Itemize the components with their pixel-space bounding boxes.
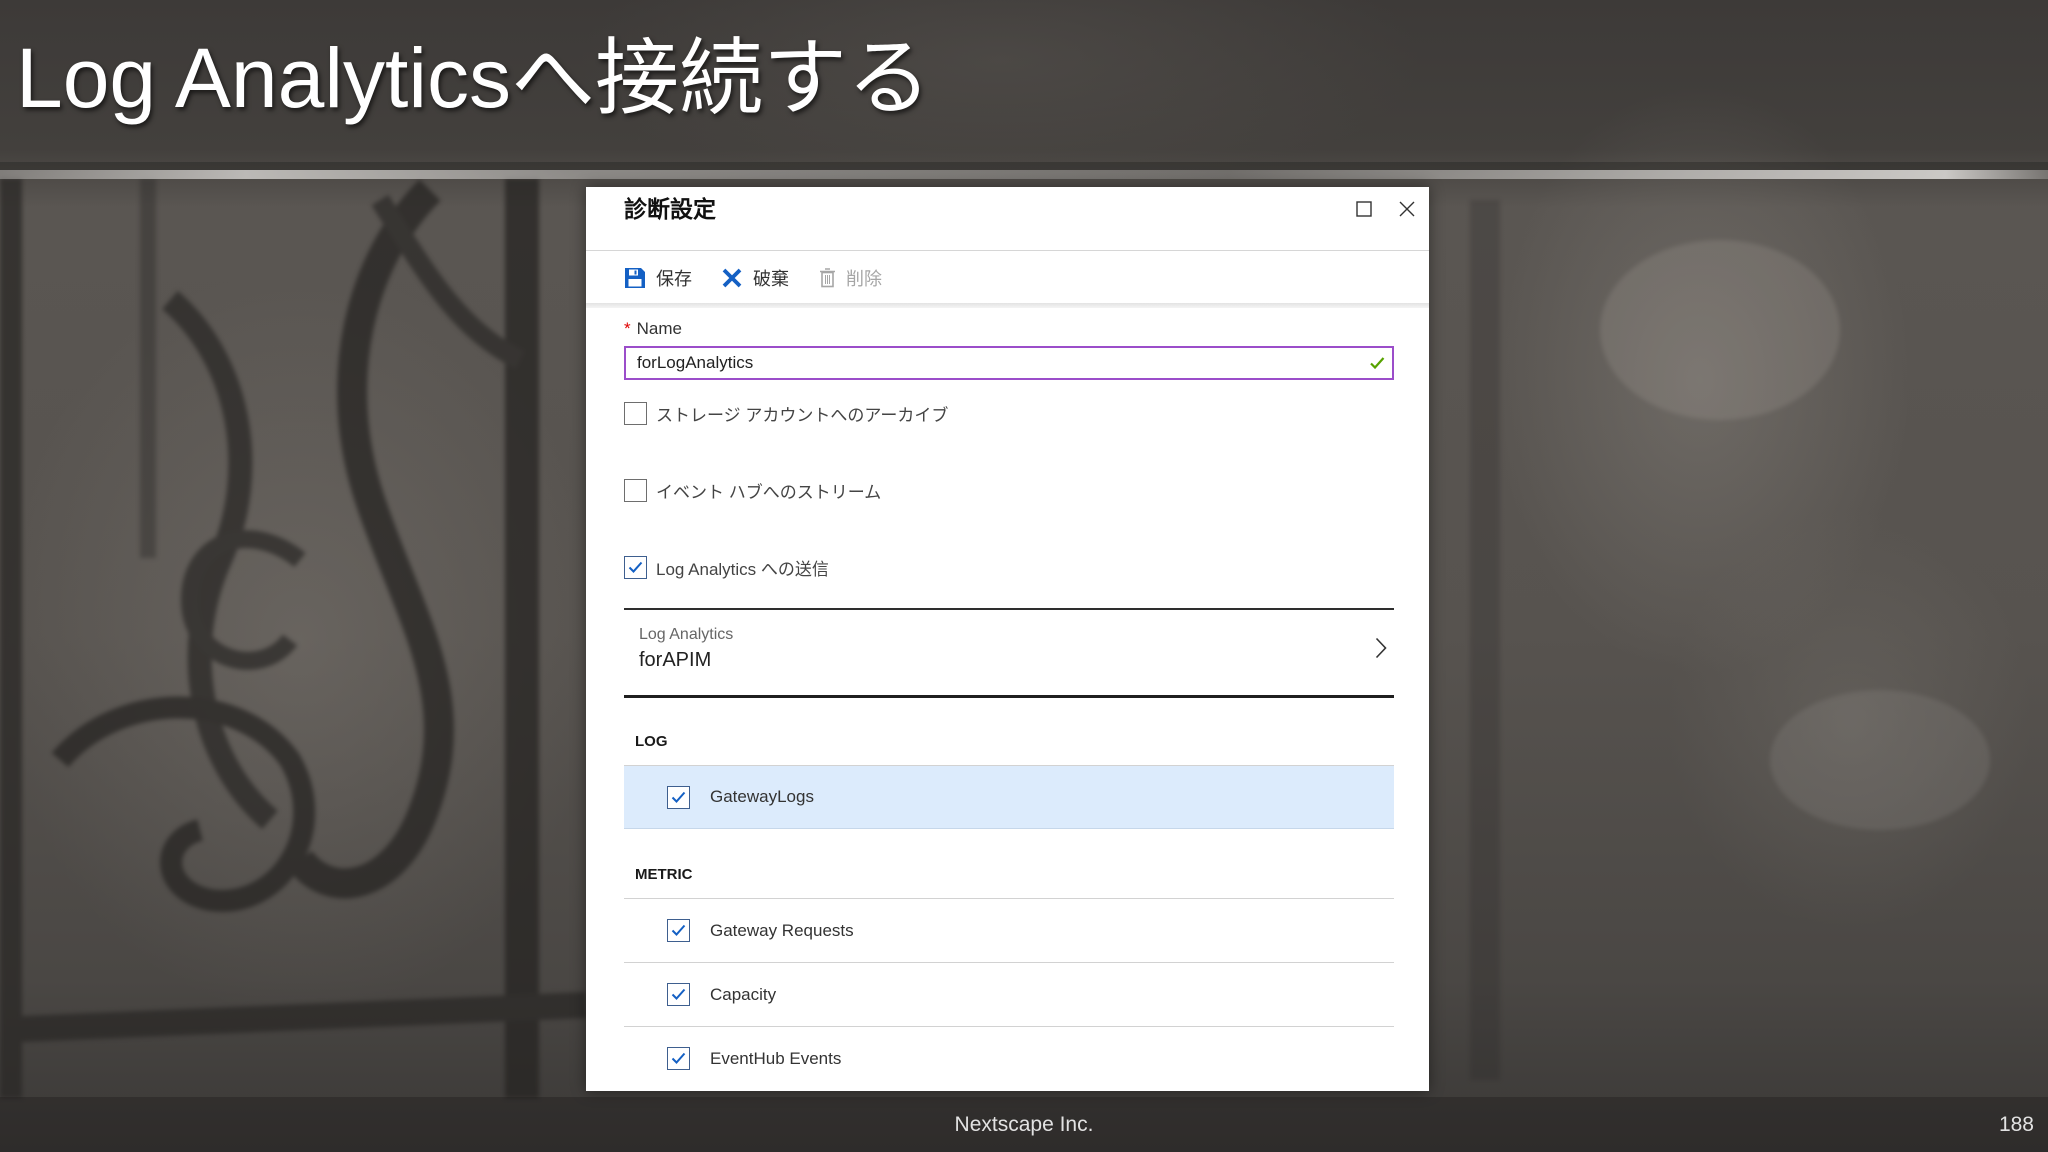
slide-title: Log Analyticsへ接続する	[16, 31, 931, 125]
log-section-header: LOG	[635, 733, 668, 750]
background-shadow	[1470, 200, 1500, 1080]
background-highlight	[1770, 690, 1990, 830]
rail-shadow	[0, 162, 2048, 170]
dialog-title: 診断設定	[624, 196, 716, 222]
delete-label: 削除	[846, 268, 882, 289]
background-highlight	[1600, 240, 1840, 420]
workspace-bottom-divider	[624, 695, 1394, 698]
maximize-icon[interactable]	[1356, 201, 1372, 217]
gateway-requests-checkbox[interactable]	[667, 919, 690, 942]
stream-to-event-hub-option[interactable]: イベント ハブへのストリーム	[624, 478, 881, 502]
save-label: 保存	[656, 268, 692, 289]
fence-rail	[0, 992, 587, 1043]
discard-button[interactable]: 破棄	[721, 252, 789, 303]
page-number: 188	[1998, 1113, 2034, 1136]
send-to-log-analytics-label: Log Analytics への送信	[656, 559, 829, 579]
command-bar-divider	[586, 303, 1429, 308]
archive-to-storage-label: ストレージ アカウントへのアーカイブ	[656, 405, 949, 425]
slide-footer: Nextscape Inc. 188	[0, 1097, 2048, 1152]
fence-bar	[505, 178, 539, 1098]
chevron-right-icon	[1375, 637, 1387, 659]
eventhub-events-checkbox[interactable]	[667, 1047, 690, 1070]
table-row[interactable]: Capacity	[624, 962, 1394, 1026]
required-mark: *	[624, 319, 631, 338]
name-label: Name	[636, 319, 682, 338]
eventhub-events-label: EventHub Events	[710, 1048, 842, 1068]
capacity-label: Capacity	[710, 984, 777, 1004]
send-to-log-analytics-option[interactable]: Log Analytics への送信	[624, 555, 829, 579]
save-icon	[624, 267, 646, 289]
stream-to-event-hub-label: イベント ハブへのストリーム	[656, 482, 882, 502]
fence-bar	[0, 178, 22, 1098]
workspace-value: forAPIM	[639, 649, 712, 671]
stream-to-event-hub-checkbox[interactable]	[624, 478, 647, 502]
command-bar: 保存 破棄 削除	[586, 252, 1429, 303]
horizontal-rail	[0, 170, 2048, 179]
name-input[interactable]	[626, 348, 1356, 378]
table-row[interactable]: Gateway Requests	[624, 898, 1394, 962]
save-button[interactable]: 保存	[624, 252, 692, 303]
discard-icon	[721, 267, 743, 289]
gateway-logs-label: GatewayLogs	[710, 787, 814, 806]
metric-section-header: METRIC	[635, 866, 693, 883]
table-row[interactable]: GatewayLogs	[624, 765, 1394, 829]
discard-label: 破棄	[753, 268, 789, 289]
fence-scroll	[371, 194, 525, 369]
name-field	[624, 346, 1394, 380]
workspace-label: Log Analytics	[639, 626, 734, 643]
trash-icon	[819, 267, 836, 289]
fence-scroll	[288, 179, 454, 899]
fence-scroll	[162, 290, 278, 830]
dialog-header: 診断設定	[586, 187, 1429, 251]
diagnostic-settings-dialog: 診断設定 保存 破棄 削除 * Name forLogAnalytics ストレ…	[586, 187, 1429, 1091]
footer-company: Nextscape Inc.	[954, 1113, 1094, 1136]
archive-to-storage-option[interactable]: ストレージ アカウントへのアーカイブ	[624, 401, 948, 425]
send-to-log-analytics-checkbox[interactable]	[624, 555, 647, 579]
gateway-requests-label: Gateway Requests	[710, 920, 854, 940]
valid-check-icon	[1369, 355, 1385, 371]
gateway-logs-checkbox[interactable]	[667, 785, 690, 809]
name-label-row: * Name	[624, 319, 682, 339]
capacity-checkbox[interactable]	[667, 983, 690, 1006]
table-row[interactable]: EventHub Events	[624, 1026, 1394, 1090]
archive-to-storage-checkbox[interactable]	[624, 401, 647, 425]
log-analytics-workspace-selector[interactable]: Log Analytics forAPIM	[624, 610, 1394, 695]
delete-button[interactable]: 削除	[819, 252, 882, 303]
fence-bar	[140, 178, 156, 558]
close-icon[interactable]	[1398, 200, 1416, 218]
